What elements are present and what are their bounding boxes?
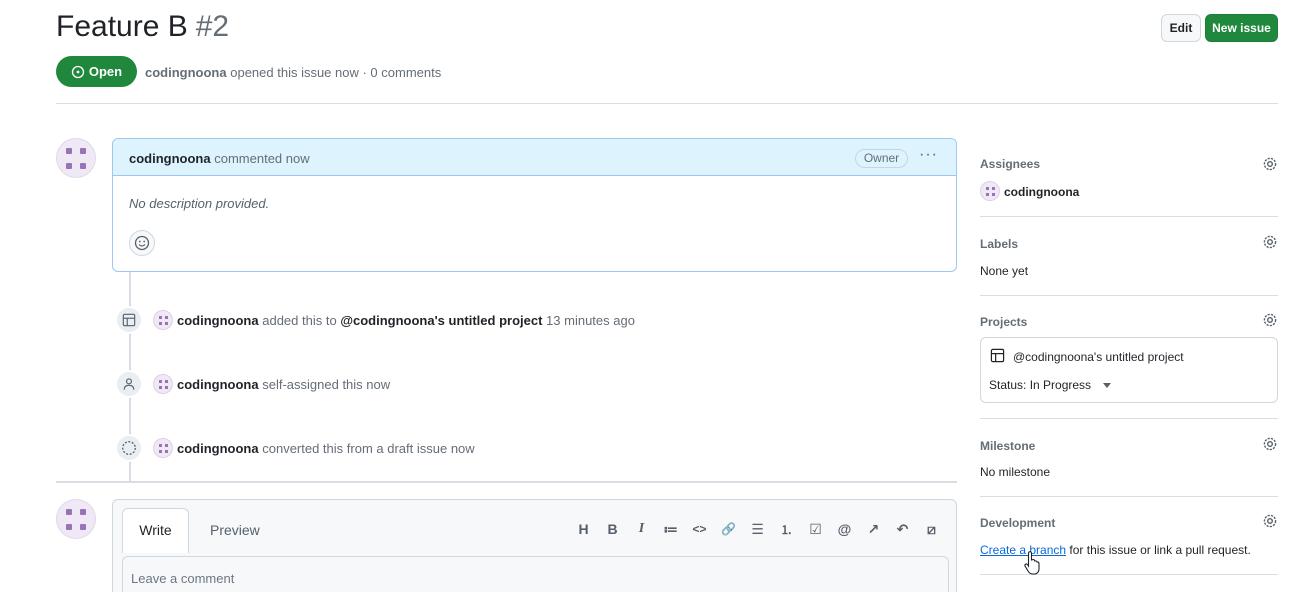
quote-icon[interactable]: ≔ [656,520,685,538]
development-label: Development [980,516,1056,530]
edit-button[interactable]: Edit [1161,14,1201,42]
assignees-label: Assignees [980,157,1041,171]
issue-title-text: Feature B [56,10,188,43]
milestone-gear-icon[interactable] [1262,436,1278,452]
code-icon[interactable]: <> [685,520,714,538]
link-icon[interactable]: 🔗 [714,520,743,538]
issue-author-link[interactable]: codingnoona [145,65,227,80]
milestone-value: No milestone [980,465,1051,479]
issue-comment: codingnoona commented now Owner ··· No d… [112,138,957,272]
task-list-icon[interactable]: ☑ [801,520,830,538]
projects-gear-icon[interactable] [1262,312,1278,328]
heading-icon[interactable]: H [569,520,598,538]
timeline-end-divider [56,481,957,483]
reply-icon[interactable]: ↶ [888,520,917,538]
timeline-actor-link[interactable]: codingnoona [177,313,259,328]
issue-state-label: Open [88,64,123,79]
project-table-icon [122,313,136,327]
fullscreen-icon[interactable]: ⧄ [917,520,946,538]
mention-icon[interactable]: @ [830,520,859,538]
project-link[interactable]: @codingnoona's untitled project [340,313,542,328]
timeline-time: 13 minutes ago [546,313,635,328]
ordered-list-icon[interactable]: ⒈ [772,520,801,538]
timeline-actor-link[interactable]: codingnoona [177,377,259,392]
tab-preview[interactable]: Preview [210,522,260,538]
labels-label: Labels [980,237,1019,251]
bold-icon[interactable]: B [598,520,627,538]
sidebar-divider [980,418,1278,419]
markdown-toolbar: H B I ≔ <> 🔗 ☰ ⒈ ☑ @ ↗ ↶ ⧄ [569,520,946,538]
timeline-item-draft: codingnoona converted this from a draft … [177,441,475,456]
timeline-actor-link[interactable]: codingnoona [177,441,259,456]
comment-author-link[interactable]: codingnoona [129,151,211,166]
timeline-text: converted this from a draft issue now [262,441,475,456]
milestone-label: Milestone [980,439,1036,453]
sidebar-divider [980,295,1278,296]
timeline-avatar[interactable] [153,438,173,458]
timeline-badge-project [115,306,143,334]
unordered-list-icon[interactable]: ☰ [743,520,772,538]
owner-badge: Owner [855,149,908,168]
new-issue-button[interactable]: New issue [1205,14,1278,42]
comment-body: No description provided. [129,196,270,211]
labels-value: None yet [980,264,1029,278]
header-divider [56,103,1278,104]
timeline-avatar[interactable] [153,310,173,330]
project-name-link[interactable]: @codingnoona's untitled project [1013,350,1184,364]
pointer-cursor-icon [1024,551,1040,575]
project-card [980,337,1278,403]
person-icon [123,378,135,390]
comment-composer: Write Preview H B I ≔ <> 🔗 ☰ ⒈ ☑ @ ↗ ↶ ⧄… [112,499,957,592]
tab-write[interactable]: Write [122,508,189,553]
issue-open-icon [71,65,85,78]
comment-placeholder: Leave a comment [131,571,235,586]
issue-meta-text: opened this issue now · 0 comments [230,65,442,80]
comment-menu-button[interactable]: ··· [919,146,938,164]
comment-header: codingnoona commented now Owner ··· [113,139,956,176]
cross-reference-icon[interactable]: ↗ [859,520,888,538]
sidebar-divider [980,216,1278,217]
draft-circle-icon [122,441,136,455]
project-table-icon [990,348,1005,363]
assignee-name[interactable]: codingnoona [1004,185,1079,199]
assignees-gear-icon[interactable] [1262,156,1278,172]
timeline-text: added this to [262,313,337,328]
comment-textarea[interactable]: Leave a comment [122,556,949,592]
comment-action: commented now [214,151,310,166]
comment-author-avatar[interactable] [56,138,96,178]
issue-number: #2 [195,10,230,43]
timeline-badge-assign [115,370,143,398]
project-status-value: Status: In Progress [989,378,1092,392]
sidebar-divider [980,496,1278,497]
add-reaction-button[interactable] [129,230,155,256]
development-gear-icon[interactable] [1262,513,1278,529]
project-status-dropdown[interactable]: Status: In Progress [989,378,1112,392]
timeline-text: self-assigned this now [262,377,391,392]
timeline-badge-draft [115,434,143,462]
projects-label: Projects [980,315,1028,329]
development-rest: for this issue or link a pull request. [1069,543,1251,557]
timeline-item-assign: codingnoona self-assigned this now [177,377,390,392]
assignee-avatar[interactable] [980,181,1000,201]
comment-header-text: codingnoona commented now [129,151,310,166]
current-user-avatar[interactable] [56,499,96,539]
labels-gear-icon[interactable] [1262,234,1278,250]
issue-meta: codingnoona opened this issue now · 0 co… [145,65,441,80]
italic-icon[interactable]: I [627,520,656,538]
chevron-down-icon [1103,383,1112,389]
timeline-item-project: codingnoona added this to @codingnoona's… [177,313,635,328]
issue-state-badge: Open [56,56,137,87]
development-text: Create a branch for this issue or link a… [980,543,1251,557]
smiley-icon [134,235,150,251]
timeline-avatar[interactable] [153,374,173,394]
issue-title: Feature B #2 [56,10,229,44]
